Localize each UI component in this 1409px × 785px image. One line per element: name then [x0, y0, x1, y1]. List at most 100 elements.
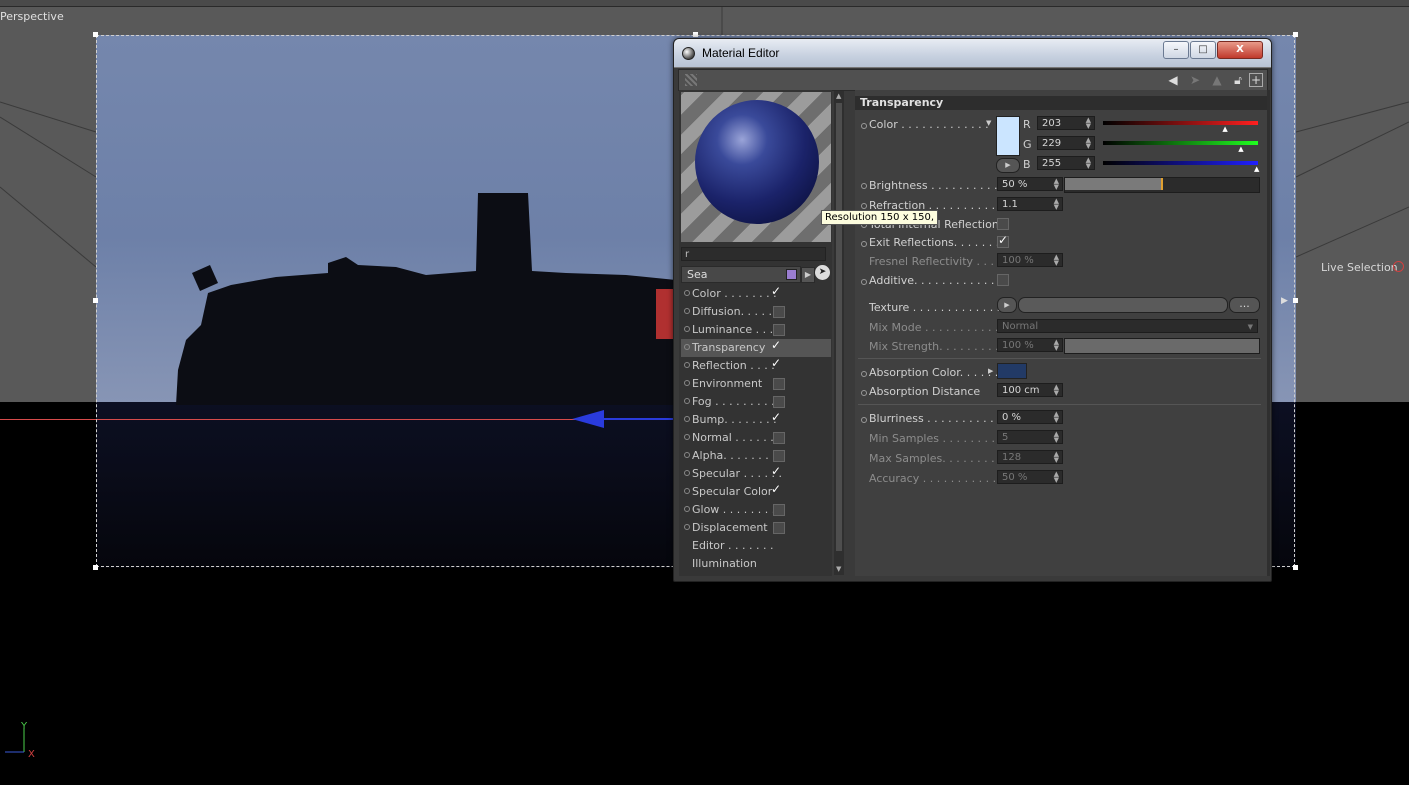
- mix-strength-slider[interactable]: [1064, 338, 1260, 354]
- frame-handle[interactable]: [1293, 32, 1298, 37]
- spinner-icon[interactable]: ▲ ▼: [1054, 339, 1059, 352]
- material-selector[interactable]: Sea: [681, 266, 801, 283]
- forward-arrow-icon[interactable]: ➤: [1187, 72, 1203, 88]
- frame-handle[interactable]: [1293, 298, 1298, 303]
- channel-checkbox[interactable]: [773, 504, 785, 516]
- frame-handle[interactable]: [93, 32, 98, 37]
- frame-handle[interactable]: [1293, 565, 1298, 570]
- check-icon[interactable]: ✓: [771, 482, 781, 496]
- accuracy-input[interactable]: 50 % ▲ ▼: [997, 470, 1063, 484]
- spinner-icon[interactable]: ▲ ▼: [1054, 254, 1059, 267]
- material-editor-window[interactable]: Material Editor – □ X ◀ ➤ ▲ 🔓︎ + r Sea ▶…: [673, 38, 1272, 582]
- spinner-icon[interactable]: ▲ ▼: [1086, 157, 1091, 170]
- channel-item[interactable]: Luminance . . . .: [681, 321, 831, 339]
- green-slider[interactable]: [1103, 141, 1258, 145]
- channel-checkbox[interactable]: [773, 450, 785, 462]
- spinner-icon[interactable]: ▲ ▼: [1054, 471, 1059, 484]
- keyframe-dot[interactable]: [861, 417, 867, 423]
- spinner-icon[interactable]: ▲ ▼: [1054, 431, 1059, 444]
- material-preview[interactable]: [681, 92, 831, 242]
- channel-checkbox[interactable]: [773, 432, 785, 444]
- keyframe-dot[interactable]: [861, 241, 867, 247]
- spinner-icon[interactable]: ▲ ▼: [1054, 411, 1059, 424]
- brightness-input[interactable]: 50 % ▲ ▼: [997, 177, 1063, 191]
- check-icon[interactable]: ✓: [771, 410, 781, 424]
- keyframe-dot[interactable]: [861, 183, 867, 189]
- scroll-down-icon[interactable]: ▼: [836, 565, 841, 573]
- absorption-distance-input[interactable]: 100 cm ▲ ▼: [997, 383, 1063, 397]
- red-input[interactable]: 203 ▲ ▼: [1037, 116, 1095, 130]
- material-menu-arrow-icon[interactable]: ▶: [801, 267, 815, 283]
- channel-item[interactable]: Editor . . . . . . .: [681, 537, 831, 555]
- back-arrow-icon[interactable]: ◀: [1165, 72, 1181, 88]
- texture-arrow-button[interactable]: ▶: [997, 297, 1017, 313]
- title-bar[interactable]: Material Editor – □ X: [674, 39, 1271, 68]
- texture-slot[interactable]: [1018, 297, 1228, 313]
- channel-item[interactable]: Alpha. . . . . . . .: [681, 447, 831, 465]
- minimize-button[interactable]: –: [1163, 41, 1189, 59]
- channel-item[interactable]: Illumination: [681, 555, 831, 573]
- scroll-up-icon[interactable]: ▲: [836, 92, 841, 100]
- check-icon[interactable]: ✓: [771, 338, 781, 352]
- keyframe-dot[interactable]: [861, 123, 867, 129]
- lock-icon[interactable]: 🔓︎: [1230, 72, 1246, 88]
- channel-item[interactable]: Color . . . . . . . . ✓: [681, 284, 831, 303]
- max-samples-input[interactable]: 128 ▲ ▼: [997, 450, 1063, 464]
- channel-checkbox[interactable]: [773, 396, 785, 408]
- check-icon[interactable]: ✓: [771, 356, 781, 370]
- spinner-icon[interactable]: ▲ ▼: [1054, 178, 1059, 191]
- exit-reflections-checkbox[interactable]: ✓: [997, 233, 1009, 248]
- mix-strength-input[interactable]: 100 % ▲ ▼: [997, 338, 1063, 352]
- dropdown-arrow-icon[interactable]: ▼: [986, 119, 991, 127]
- live-selection-icon[interactable]: [1393, 261, 1404, 272]
- new-panel-icon[interactable]: +: [1249, 73, 1263, 87]
- frame-handle[interactable]: [93, 565, 98, 570]
- expand-arrow-icon[interactable]: ▶: [988, 367, 993, 375]
- channel-checkbox[interactable]: [773, 306, 785, 318]
- channel-item[interactable]: Environment: [681, 375, 831, 393]
- additive-checkbox[interactable]: [997, 274, 1009, 286]
- mix-mode-select[interactable]: Normal ▼: [997, 319, 1258, 333]
- channel-item[interactable]: Bump. . . . . . . . ✓: [681, 410, 831, 429]
- fresnel-input[interactable]: 100 % ▲ ▼: [997, 253, 1063, 267]
- red-slider-knob[interactable]: ▲: [1222, 125, 1227, 133]
- channel-item[interactable]: Normal . . . . . . .: [681, 429, 831, 447]
- spinner-icon[interactable]: ▲ ▼: [1086, 117, 1091, 130]
- frame-handle[interactable]: [93, 298, 98, 303]
- grip-icon[interactable]: [685, 74, 697, 86]
- keyframe-dot[interactable]: [861, 279, 867, 285]
- color-swatch[interactable]: [996, 116, 1020, 156]
- keyframe-dot[interactable]: [861, 371, 867, 377]
- frame-handle[interactable]: [693, 32, 698, 37]
- absorption-color-swatch[interactable]: [997, 363, 1027, 379]
- green-slider-knob[interactable]: ▲: [1238, 145, 1243, 153]
- refraction-input[interactable]: 1.1 ▲ ▼: [997, 197, 1063, 211]
- green-input[interactable]: 229 ▲ ▼: [1037, 136, 1095, 150]
- channel-item[interactable]: Specular . . . . . . ✓: [681, 464, 831, 483]
- channel-item[interactable]: Reflection . . . . ✓: [681, 356, 831, 375]
- up-arrow-icon[interactable]: ▲: [1209, 72, 1225, 88]
- channel-checkbox[interactable]: [773, 378, 785, 390]
- texture-more-button[interactable]: ...: [1229, 297, 1260, 313]
- blue-input[interactable]: 255 ▲ ▼: [1037, 156, 1095, 170]
- min-samples-input[interactable]: 5 ▲ ▼: [997, 430, 1063, 444]
- keyframe-dot[interactable]: [861, 203, 867, 209]
- blurriness-input[interactable]: 0 % ▲ ▼: [997, 410, 1063, 424]
- close-button[interactable]: X: [1217, 41, 1263, 59]
- channel-item[interactable]: Displacement: [681, 519, 831, 537]
- red-slider[interactable]: [1103, 121, 1258, 125]
- scrollbar-thumb[interactable]: [836, 103, 842, 551]
- spinner-icon[interactable]: ▲ ▼: [1054, 198, 1059, 211]
- maximize-button[interactable]: □: [1190, 41, 1216, 59]
- pick-cursor-icon[interactable]: ➤: [815, 265, 830, 280]
- blue-slider[interactable]: [1103, 161, 1258, 165]
- check-icon[interactable]: ✓: [771, 464, 781, 478]
- spinner-icon[interactable]: ▲ ▼: [1054, 384, 1059, 397]
- channel-item[interactable]: Diffusion. . . . . .: [681, 303, 831, 321]
- brightness-slider[interactable]: [1064, 177, 1260, 193]
- live-selection-label[interactable]: Live Selection: [1321, 261, 1398, 274]
- channel-checkbox[interactable]: [773, 324, 785, 336]
- color-mode-button[interactable]: ▶: [996, 158, 1020, 173]
- channel-checkbox[interactable]: [773, 522, 785, 534]
- total-internal-reflection-checkbox[interactable]: [997, 218, 1009, 230]
